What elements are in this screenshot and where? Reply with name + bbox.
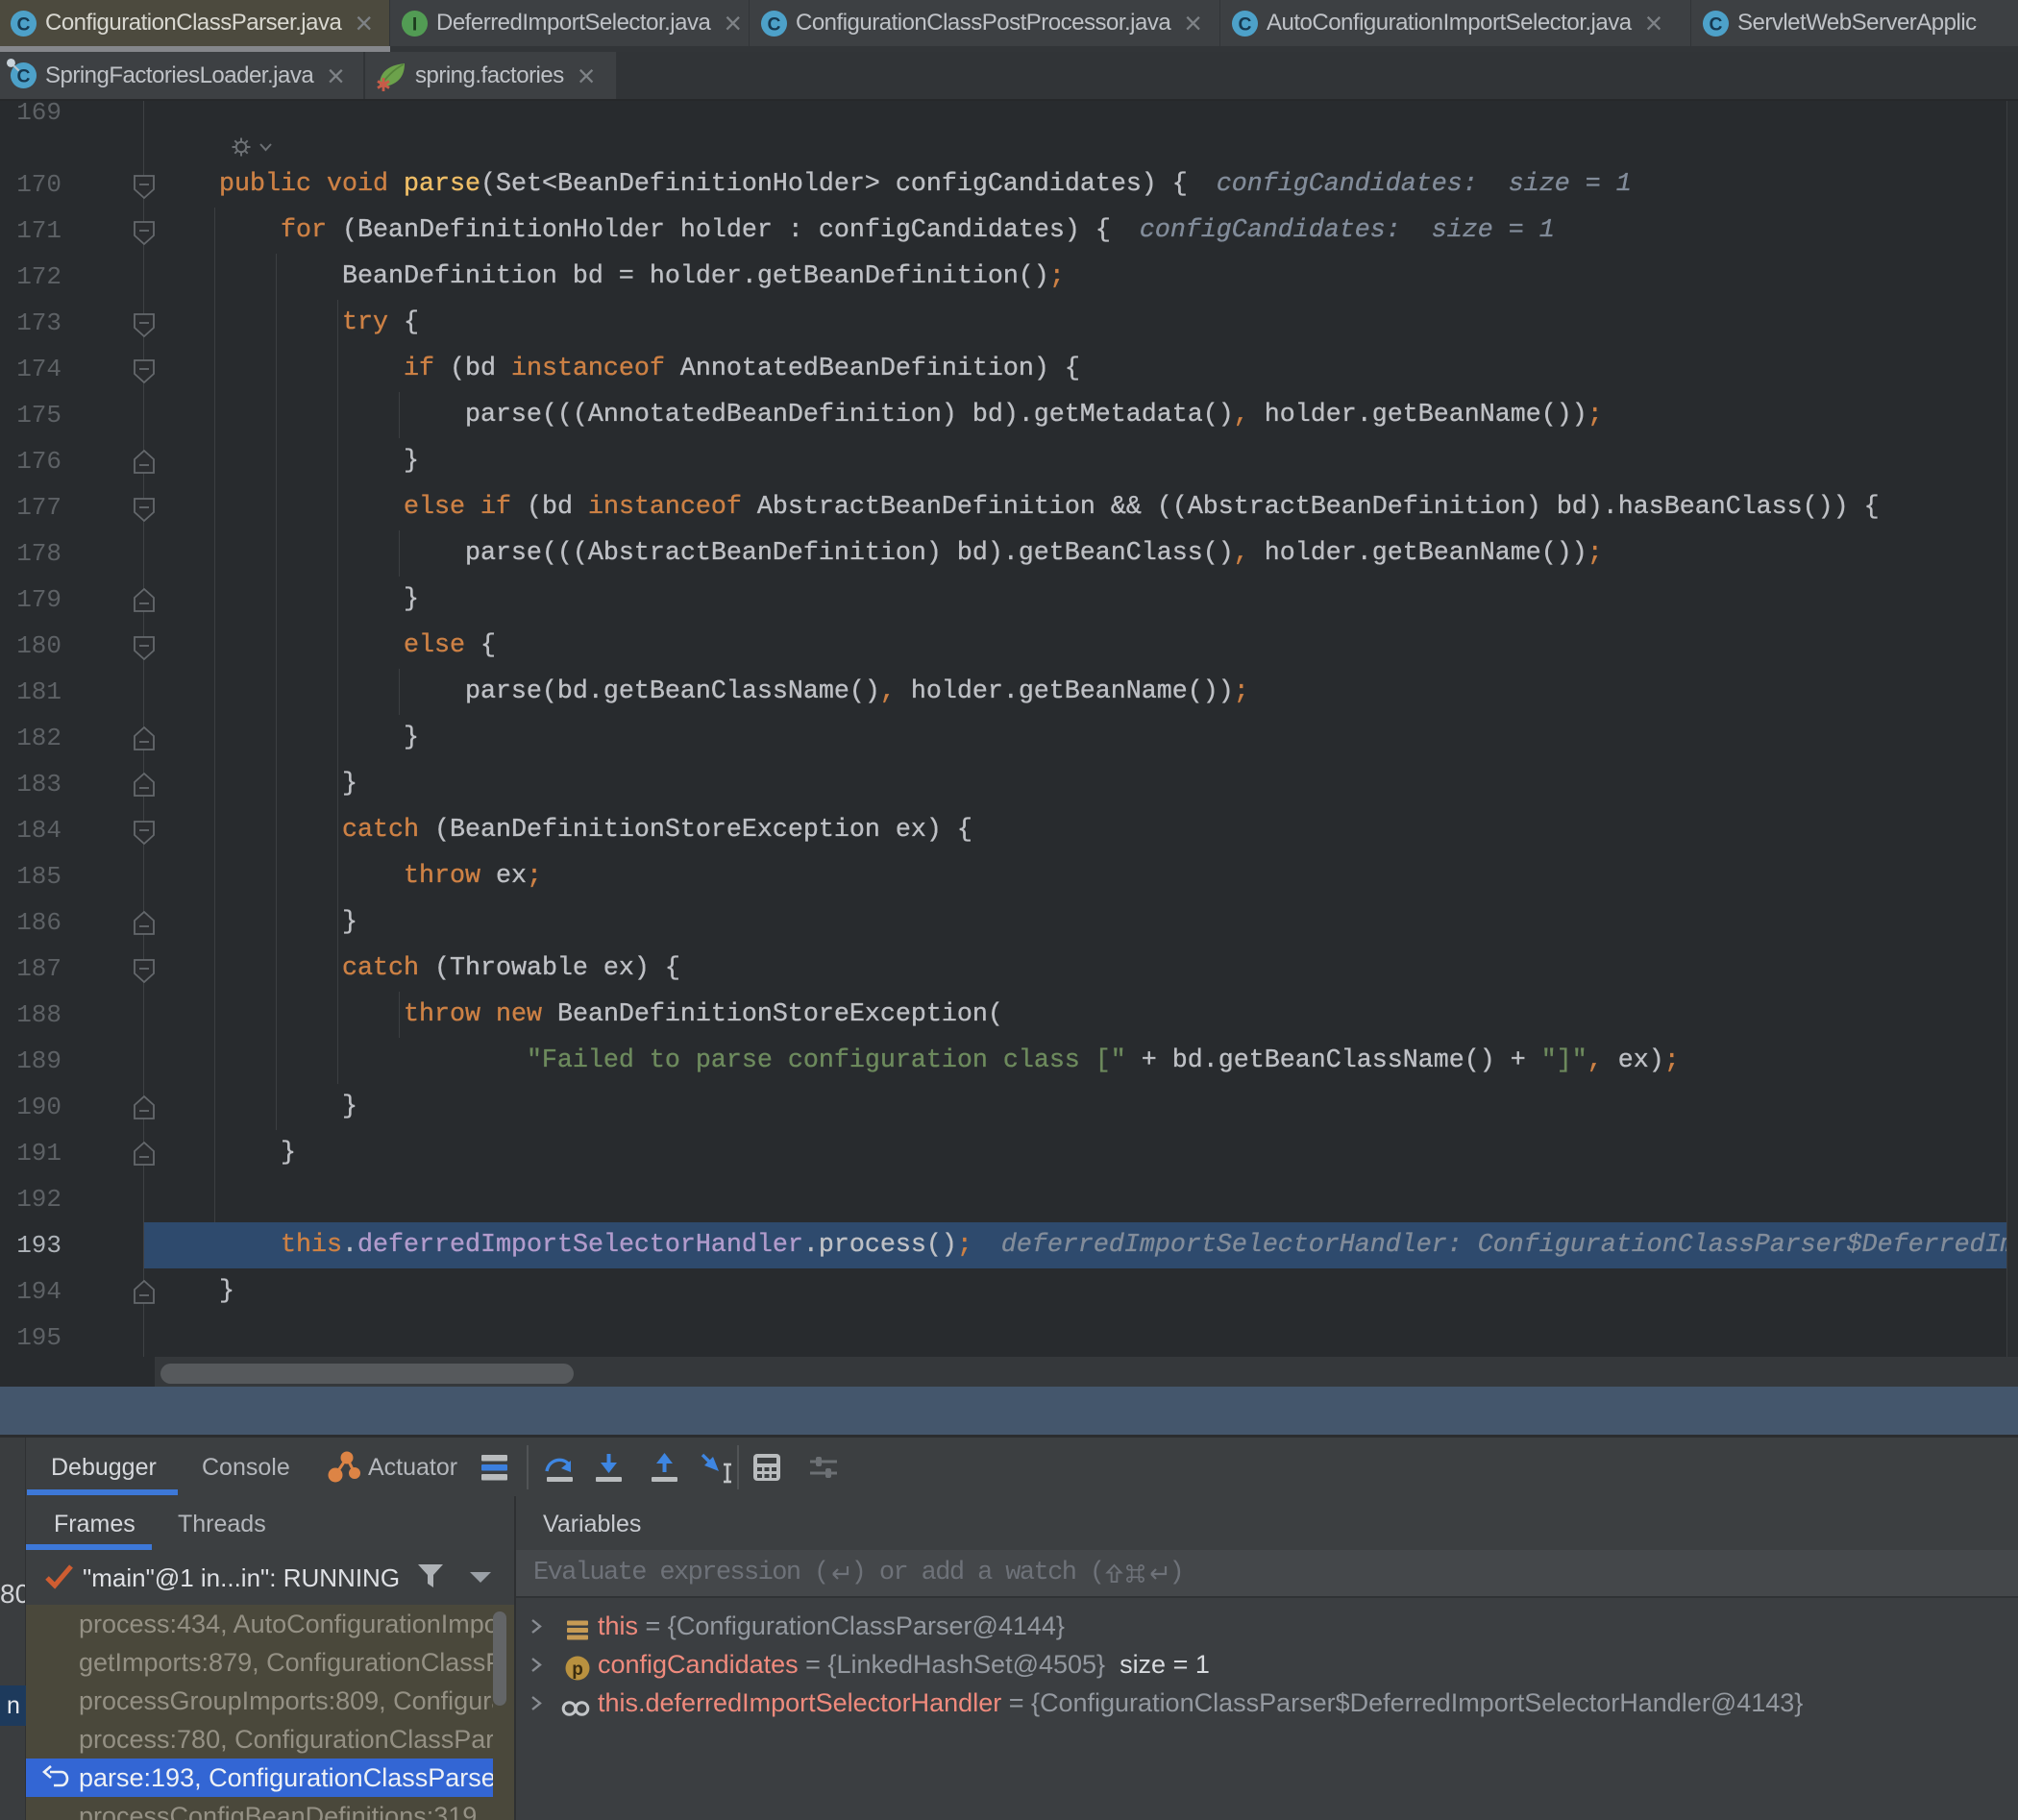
svg-text:C: C [17,14,31,35]
svg-text:C: C [1710,14,1723,35]
svg-text:I: I [412,14,417,35]
svg-text:p: p [572,1660,583,1680]
svg-text:C: C [768,14,781,35]
svg-text:C: C [1239,14,1252,35]
